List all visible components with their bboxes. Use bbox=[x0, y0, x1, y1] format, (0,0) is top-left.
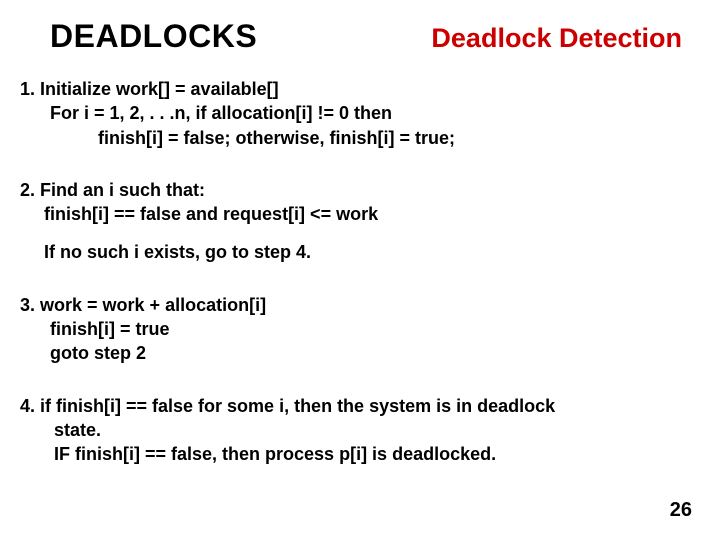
step-1: 1. Initialize work[] = available[] For i… bbox=[20, 77, 692, 150]
step-1-line-1: 1. Initialize work[] = available[] bbox=[20, 77, 692, 101]
title-right: Deadlock Detection bbox=[431, 23, 682, 54]
step-2: 2. Find an i such that: finish[i] == fal… bbox=[20, 178, 692, 227]
slide-header: DEADLOCKS Deadlock Detection bbox=[20, 18, 692, 55]
title-left: DEADLOCKS bbox=[50, 18, 257, 55]
step-4-line-2: state. bbox=[20, 418, 692, 442]
step-3: 3. work = work + allocation[i] finish[i]… bbox=[20, 293, 692, 366]
step-2-line-1: 2. Find an i such that: bbox=[20, 178, 692, 202]
step-3-line-1: 3. work = work + allocation[i] bbox=[20, 293, 692, 317]
step-3-line-2: finish[i] = true bbox=[20, 317, 692, 341]
slide-content: 1. Initialize work[] = available[] For i… bbox=[20, 77, 692, 467]
step-2-line-2: finish[i] == false and request[i] <= wor… bbox=[20, 202, 692, 226]
step-2-note: If no such i exists, go to step 4. bbox=[20, 240, 692, 264]
page-number: 26 bbox=[670, 499, 692, 522]
step-4: 4. if finish[i] == false for some i, the… bbox=[20, 394, 692, 467]
step-2-line-3: If no such i exists, go to step 4. bbox=[20, 240, 692, 264]
step-4-line-3: IF finish[i] == false, then process p[i]… bbox=[20, 442, 692, 466]
step-1-line-2: For i = 1, 2, . . .n, if allocation[i] !… bbox=[20, 101, 692, 125]
step-3-line-3: goto step 2 bbox=[20, 341, 692, 365]
step-1-line-3: finish[i] = false; otherwise, finish[i] … bbox=[20, 126, 692, 150]
step-4-line-1: 4. if finish[i] == false for some i, the… bbox=[20, 394, 692, 418]
